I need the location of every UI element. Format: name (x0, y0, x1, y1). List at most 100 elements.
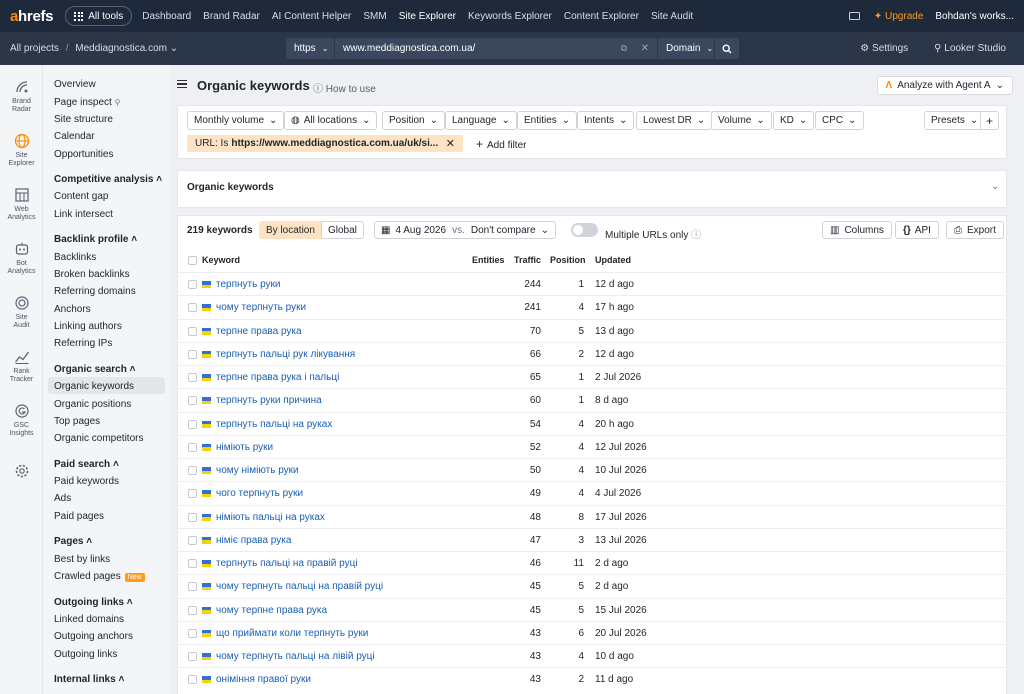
row-checkbox[interactable] (188, 605, 197, 615)
table-row[interactable]: терпнуть пальці на руках 54 4 20 h ago (178, 411, 1007, 435)
filter-all-locations[interactable]: ◍ All locations ⌄ (284, 111, 378, 130)
add-filter-button[interactable]: + Add filter (476, 137, 526, 151)
keyword-link[interactable]: оніміння правої руки (216, 674, 311, 685)
project-selector[interactable]: Meddiagnostica.com ⌄ (75, 43, 178, 54)
rail-site-audit[interactable]: Site Audit (0, 295, 43, 330)
sidebar-item-link-intersect[interactable]: Link intersect (54, 209, 113, 220)
table-row[interactable]: чому терпнуть пальці на лівій руці 43 4 10 … (178, 644, 1007, 667)
table-row[interactable]: німіє права рука 47 3 13 Jul 2026 (178, 527, 1007, 551)
row-checkbox[interactable] (188, 373, 197, 382)
table-row[interactable]: терпнуть руки 244 1 12 d ago (178, 272, 1007, 295)
sidebar-item-organic-competitors[interactable]: Organic competitors (54, 433, 143, 444)
row-checkbox[interactable] (188, 628, 197, 638)
row-checkbox[interactable] (188, 559, 197, 568)
nav-smm[interactable]: SMM (363, 11, 386, 22)
col-header-keyword[interactable]: Keyword (202, 255, 240, 265)
keyword-link[interactable]: терпнуть руки (216, 279, 281, 290)
filter-intents[interactable]: Intents ⌄ (577, 111, 635, 130)
global-toggle[interactable]: Global (321, 221, 364, 239)
all-projects-link[interactable]: All projects (10, 43, 59, 54)
looker-studio-button[interactable]: ⚲ Looker Studio (934, 43, 1006, 54)
sidebar-item-referring-ips[interactable]: Referring IPs (54, 338, 112, 349)
row-checkbox[interactable] (188, 326, 197, 336)
keyword-link[interactable]: чому терпнуть руки (216, 302, 306, 313)
by-location-toggle[interactable]: By location (259, 221, 322, 239)
rail-settings[interactable] (0, 463, 43, 482)
sidebar-item-organic-keywords[interactable]: Organic keywords (54, 381, 134, 392)
sidebar-item-backlinks[interactable]: Backlinks (54, 252, 96, 263)
keyword-link[interactable]: що приймати коли терпнуть руки (216, 628, 368, 639)
chevron-down-icon[interactable]: ⌄ (991, 181, 999, 192)
external-link-icon[interactable]: ⧉ (621, 43, 627, 54)
nav-site-audit[interactable]: Site Audit (651, 11, 693, 22)
sidebar-group-paid-search[interactable]: Paid search ˄ (54, 459, 119, 470)
col-header-traffic[interactable]: Traffic (514, 255, 541, 265)
table-row[interactable]: чому терпне права рука 45 5 15 Jul 2026 (178, 597, 1007, 621)
row-checkbox[interactable] (188, 512, 197, 522)
nav-dashboard[interactable]: Dashboard (142, 11, 191, 22)
filter-kd[interactable]: KD ⌄ (773, 111, 815, 130)
sidebar-group-competitive-analysis[interactable]: Competitive analysis ˄ (54, 174, 162, 185)
table-row[interactable]: чому терпнуть руки 241 4 17 h ago (178, 295, 1007, 318)
row-checkbox[interactable] (188, 396, 197, 406)
keyword-link[interactable]: чому терпне права рука (216, 605, 327, 616)
keyword-link[interactable]: терпне права рука і пальці (216, 372, 339, 383)
keyword-link[interactable]: чому терпнуть пальці на лівій руці (216, 651, 375, 662)
keyword-link[interactable]: терпне права рука (216, 326, 302, 337)
table-row[interactable]: терпнуть пальці на правій руці 46 11 2 d ag… (178, 551, 1007, 574)
keyword-link[interactable]: терпнуть пальці рук лікування (216, 349, 355, 360)
sidebar-item-organic-positions[interactable]: Organic positions (54, 399, 131, 410)
sidebar-item-site-structure[interactable]: Site structure (54, 114, 113, 125)
sidebar-item-best-by-links[interactable]: Best by links (54, 554, 110, 565)
row-checkbox[interactable] (188, 280, 197, 289)
sidebar-group-pages[interactable]: Pages ˄ (54, 536, 92, 547)
sidebar-group-internal-links[interactable]: Internal links ˄ (54, 674, 124, 685)
col-header-updated[interactable]: Updated (595, 255, 631, 265)
sidebar-item-opportunities[interactable]: Opportunities (54, 149, 113, 160)
rail-rank-tracker[interactable]: Rank Tracker (0, 349, 43, 384)
export-button[interactable]: ⎙ Export (946, 221, 1004, 239)
keyword-link[interactable]: чому німіють руки (216, 465, 299, 476)
sidebar-item-content-gap[interactable]: Content gap (54, 191, 109, 202)
monitor-icon[interactable] (848, 12, 860, 20)
sidebar-group-organic-search[interactable]: Organic search ˄ (54, 364, 135, 375)
sidebar-item-referring-domains[interactable]: Referring domains (54, 286, 136, 297)
table-row[interactable]: терпнуть пальці рук лікування 66 2 12 d ago (178, 341, 1007, 365)
sidebar-group-backlink-profile[interactable]: Backlink profile ˄ (54, 234, 137, 245)
sidebar-item-outgoing-links[interactable]: Outgoing links (54, 649, 117, 660)
sidebar-item-linking-authors[interactable]: Linking authors (54, 321, 122, 332)
sidebar-item-crawled-pages[interactable]: Crawled pages New (54, 571, 145, 582)
row-checkbox[interactable] (188, 489, 197, 499)
filter-volume[interactable]: Volume ⌄ (711, 111, 772, 130)
api-button[interactable]: {} API (895, 221, 939, 239)
target-url-input[interactable]: www.meddiagnostica.com.ua/ ⧉ ✕ (335, 38, 657, 59)
presets-button[interactable]: Presets ⌄ (924, 111, 986, 130)
row-checkbox[interactable] (188, 652, 197, 661)
url-filter-chip[interactable]: URL: Is https://www.meddiagnostica.com.ua… (187, 135, 463, 152)
row-checkbox[interactable] (188, 675, 197, 685)
row-checkbox[interactable] (188, 466, 197, 475)
keyword-link[interactable]: терпнуть пальці на руках (216, 419, 332, 430)
filter-entities[interactable]: Entities ⌄ (517, 111, 578, 130)
nav-brand-radar[interactable]: Brand Radar (203, 11, 260, 22)
table-row[interactable]: чому німіють руки 50 4 10 Jul 2026 (178, 458, 1007, 481)
filter-lowest-dr[interactable]: Lowest DR ⌄ (636, 111, 713, 130)
row-checkbox[interactable] (188, 303, 197, 313)
keyword-link[interactable]: німіє права рука (216, 535, 291, 546)
filter-monthly-volume[interactable]: Monthly volume ⌄ (187, 111, 285, 130)
nav-keywords-explorer[interactable]: Keywords Explorer (468, 11, 552, 22)
col-header-entities[interactable]: Entities (472, 255, 505, 265)
table-row[interactable]: чого терпнуть руки 49 4 4 Jul 2026 (178, 481, 1007, 504)
sidebar-item-paid-keywords[interactable]: Paid keywords (54, 476, 119, 487)
sidebar-item-linked-domains[interactable]: Linked domains (54, 614, 124, 625)
mode-select[interactable]: Domain ⌄ (658, 38, 714, 59)
all-tools-button[interactable]: All tools (65, 6, 133, 26)
table-row[interactable]: терпне права рука і пальці 65 1 2 Jul 2026 (178, 365, 1007, 388)
sidebar-item-top-pages[interactable]: Top pages (54, 416, 100, 427)
keyword-link[interactable]: чого терпнуть руки (216, 488, 303, 499)
workspace-menu[interactable]: Bohdan's works... (935, 11, 1014, 22)
table-row[interactable]: терпнуть руки причина 60 1 8 d ago (178, 388, 1007, 411)
sidebar-item-paid-pages[interactable]: Paid pages (54, 511, 104, 522)
analyze-agent-button[interactable]: Λ Analyze with Agent A ⌄ (876, 76, 1013, 95)
upgrade-button[interactable]: ✦ Upgrade (874, 11, 924, 22)
